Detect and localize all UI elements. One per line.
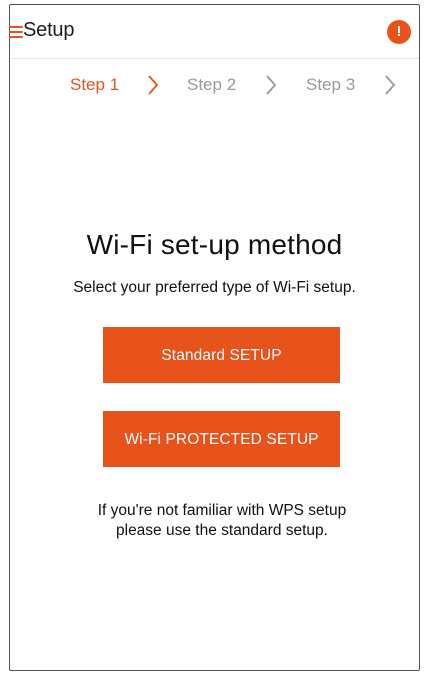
step-indicator: Step 1 Step 2 Step 3 xyxy=(10,69,419,105)
page-title: Wi-Fi set-up method xyxy=(86,229,343,260)
wps-help-note: If you're not familiar with WPS setup pl… xyxy=(97,502,347,539)
app-bar: Setup ! xyxy=(9,5,419,59)
page-subtitle: Select your preferred type of Wi-Fi setu… xyxy=(73,279,356,296)
menu-icon[interactable] xyxy=(9,25,23,39)
chevron-right-icon xyxy=(385,75,396,95)
chevron-right-icon xyxy=(148,75,159,95)
app-title: Setup xyxy=(23,19,75,41)
wps-setup-button[interactable]: Wi-Fi PROTECTED SETUP xyxy=(103,411,340,467)
app-screen: Setup ! Step 1 Step 2 Step 3 Wi-Fi set-u… xyxy=(9,4,420,671)
chevron-right-icon xyxy=(266,75,277,95)
info-icon[interactable]: ! xyxy=(387,20,411,44)
step-3-tab[interactable]: Step 3 xyxy=(306,75,355,95)
standard-setup-button[interactable]: Standard SETUP xyxy=(103,327,340,383)
step-2-tab[interactable]: Step 2 xyxy=(187,75,236,95)
step-1-tab[interactable]: Step 1 xyxy=(70,75,119,95)
